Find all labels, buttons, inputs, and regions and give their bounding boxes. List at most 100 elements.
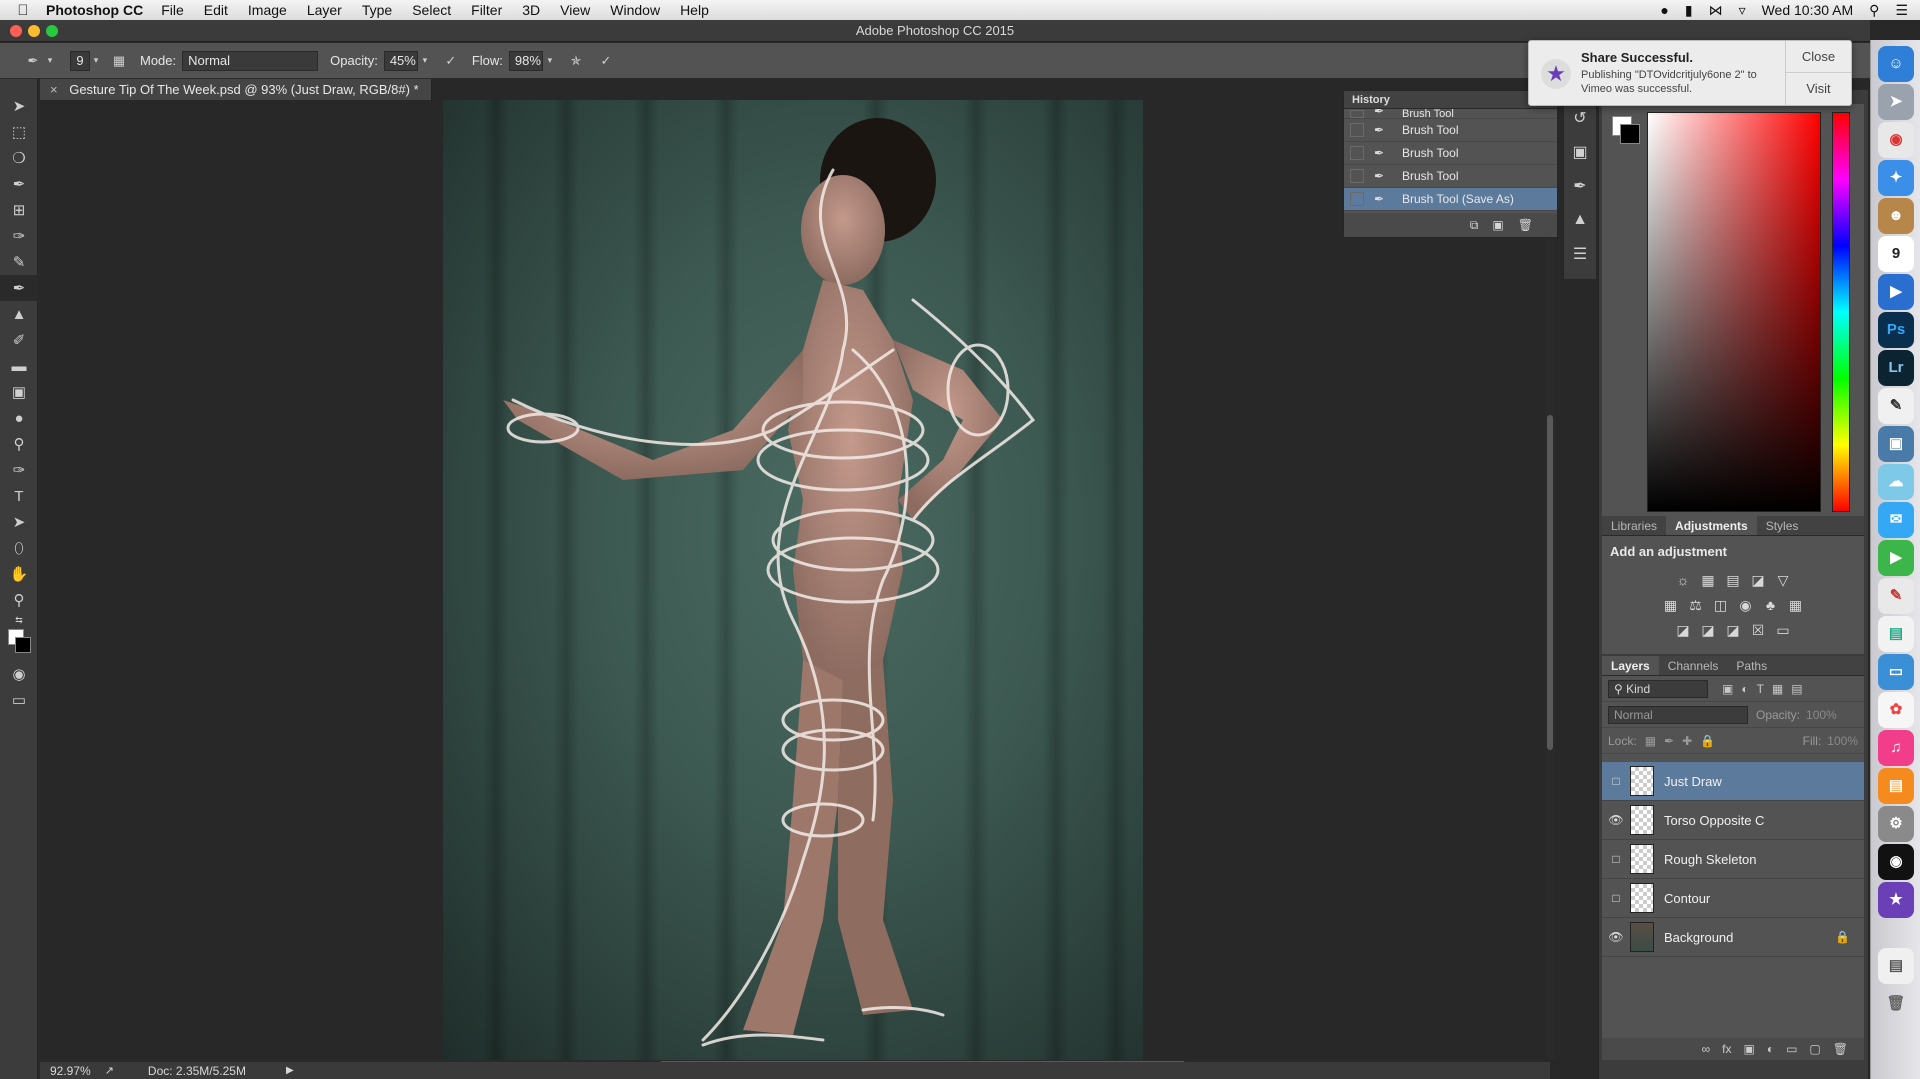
background-swatch[interactable] (15, 637, 31, 653)
chrome-icon[interactable]: ◉ (1878, 122, 1914, 158)
close-window-button[interactable] (10, 25, 22, 37)
history-item[interactable]: ✒ Brush Tool (1344, 119, 1557, 142)
menu-window[interactable]: Window (610, 2, 660, 18)
layer-filter-select[interactable]: ⚲ Kind (1608, 679, 1708, 698)
menu-type[interactable]: Type (362, 2, 392, 18)
hand-tool-icon[interactable]: ✋ (0, 561, 38, 587)
type-tool-icon[interactable]: T (0, 483, 38, 509)
downloads-stack-icon[interactable]: ▤ (1878, 948, 1914, 984)
keynote-icon[interactable]: ▭ (1878, 654, 1914, 690)
path-select-tool-icon[interactable]: ➤ (0, 509, 38, 535)
status-menu-arrow-icon[interactable]: ▶ (286, 1065, 294, 1076)
layer-opacity-field[interactable]: 100% (1806, 708, 1837, 722)
history-item[interactable]: ✒ Brush Tool (1344, 165, 1557, 188)
preview-icon[interactable]: ▣ (1878, 426, 1914, 462)
history-source-checkbox[interactable] (1350, 110, 1364, 118)
launchpad-icon[interactable]: ➤ (1878, 84, 1914, 120)
healing-brush-tool-icon[interactable]: ✎ (0, 249, 38, 275)
crop-tool-icon[interactable]: ⊞ (0, 197, 38, 223)
fill-field[interactable]: 100% (1827, 734, 1858, 748)
close-tab-icon[interactable]: × (50, 82, 58, 97)
delete-layer-icon[interactable]: 🗑 (1833, 1042, 1848, 1056)
quick-select-tool-icon[interactable]: ✒ (0, 171, 38, 197)
menu-select[interactable]: Select (412, 2, 451, 18)
menu-3d[interactable]: 3D (522, 2, 540, 18)
brush-preset-icon[interactable]: ✒ (22, 50, 44, 72)
new-group-icon[interactable]: ▭ (1786, 1042, 1797, 1056)
notification-center-icon[interactable]: ☰ (1895, 2, 1908, 19)
blend-mode-select[interactable]: Normal (182, 50, 319, 71)
wifi-icon[interactable]: ▿ (1739, 2, 1746, 19)
brush-size-dropdown-icon[interactable]: ▾ (90, 50, 102, 72)
new-snapshot-icon[interactable]: ▣ (1492, 218, 1503, 232)
properties-panel-icon[interactable]: ▣ (1564, 135, 1596, 169)
itunes-icon[interactable]: ♫ (1878, 730, 1914, 766)
calendar-icon[interactable]: 9 (1878, 236, 1914, 272)
add-mask-icon[interactable]: ▣ (1743, 1042, 1754, 1056)
visibility-toggle[interactable]: □ (1602, 774, 1630, 788)
selective-color-icon[interactable]: ☒ (1750, 622, 1767, 639)
history-brush-tool-icon[interactable]: ✐ (0, 327, 38, 353)
history-source-checkbox[interactable] (1350, 146, 1364, 160)
messages-icon[interactable]: ✉ (1878, 502, 1914, 538)
new-layer-icon[interactable]: ▢ (1809, 1042, 1820, 1056)
app-menu[interactable]: Photoshop CC (46, 2, 143, 18)
lasso-tool-icon[interactable]: ❍ (0, 145, 38, 171)
tab-paths[interactable]: Paths (1727, 656, 1776, 675)
menu-filter[interactable]: Filter (471, 2, 502, 18)
menu-layer[interactable]: Layer (307, 2, 342, 18)
history-item[interactable]: ✒ Brush Tool (1344, 142, 1557, 165)
hue-saturation-icon[interactable]: ▦ (1662, 597, 1679, 614)
menu-help[interactable]: Help (680, 2, 709, 18)
vertical-scroll-thumb[interactable] (1547, 415, 1553, 750)
apple-menu-icon[interactable]:  (0, 2, 46, 19)
color-hue-slider[interactable] (1832, 112, 1850, 512)
opacity-slider-icon[interactable]: ▾ (418, 50, 432, 72)
link-layers-icon[interactable]: ∞ (1702, 1042, 1711, 1056)
safari-icon[interactable]: ✦ (1878, 160, 1914, 196)
posterize-icon[interactable]: ◪ (1700, 622, 1717, 639)
minimize-window-button[interactable] (28, 25, 40, 37)
flow-slider-icon[interactable]: ▾ (543, 50, 557, 72)
imovie-icon[interactable]: ★ (1878, 882, 1914, 918)
layer-row-just-draw[interactable]: □ Just Draw (1602, 762, 1864, 801)
pen-tool-icon[interactable]: ✑ (0, 457, 38, 483)
invert-icon[interactable]: ◪ (1675, 622, 1692, 639)
zoom-window-button[interactable] (46, 25, 58, 37)
document-tab[interactable]: × Gesture Tip Of The Week.psd @ 93% (Jus… (40, 79, 432, 100)
menu-clock[interactable]: Wed 10:30 AM (1762, 2, 1854, 18)
delete-state-icon[interactable]: 🗑 (1518, 218, 1533, 232)
photos-icon[interactable]: ✿ (1878, 692, 1914, 728)
trash-icon[interactable]: 🗑 (1878, 986, 1914, 1022)
curves-icon[interactable]: ▤ (1725, 572, 1742, 589)
pressure-size-icon[interactable]: ✓ (595, 50, 617, 72)
history-item[interactable]: ✒ Brush Tool (1344, 109, 1557, 119)
brush-panel-toggle-icon[interactable]: ▦ (108, 50, 130, 72)
notes-icon[interactable]: ✎ (1878, 578, 1914, 614)
color-balance-icon[interactable]: ⚖ (1687, 597, 1704, 614)
color-saturation-field[interactable] (1647, 112, 1821, 512)
facetime-icon[interactable]: ▶ (1878, 540, 1914, 576)
airbrush-icon[interactable]: ✯ (565, 50, 587, 72)
ibooks-icon[interactable]: ▤ (1878, 768, 1914, 804)
notification-close-button[interactable]: Close (1786, 41, 1851, 73)
vertical-scrollbar[interactable] (1545, 100, 1555, 1060)
canvas-image[interactable] (443, 100, 1143, 1060)
quick-mask-icon[interactable]: ◉ (0, 661, 38, 687)
black-white-icon[interactable]: ◫ (1712, 597, 1729, 614)
new-document-from-state-icon[interactable]: ⧉ (1470, 218, 1479, 233)
move-tool-icon[interactable]: ➤ (0, 93, 38, 119)
marquee-tool-icon[interactable]: ⬚ (0, 119, 38, 145)
history-source-checkbox[interactable] (1350, 192, 1364, 206)
blur-tool-icon[interactable]: ● (0, 405, 38, 431)
creative-cloud-icon[interactable]: ● (1660, 2, 1668, 18)
flow-field[interactable]: 98% (508, 50, 543, 71)
history-item-selected[interactable]: ✒ Brush Tool (Save As) (1344, 188, 1557, 211)
pressure-opacity-icon[interactable]: ✓ (440, 50, 462, 72)
threshold-icon[interactable]: ◪ (1725, 622, 1742, 639)
eye-icon[interactable]: 👁 (1602, 930, 1630, 944)
menu-file[interactable]: File (161, 2, 184, 18)
lightroom-icon[interactable]: Lr (1878, 350, 1914, 386)
layer-row-contour[interactable]: □ Contour (1602, 879, 1864, 918)
notification-visit-button[interactable]: Visit (1786, 73, 1851, 105)
